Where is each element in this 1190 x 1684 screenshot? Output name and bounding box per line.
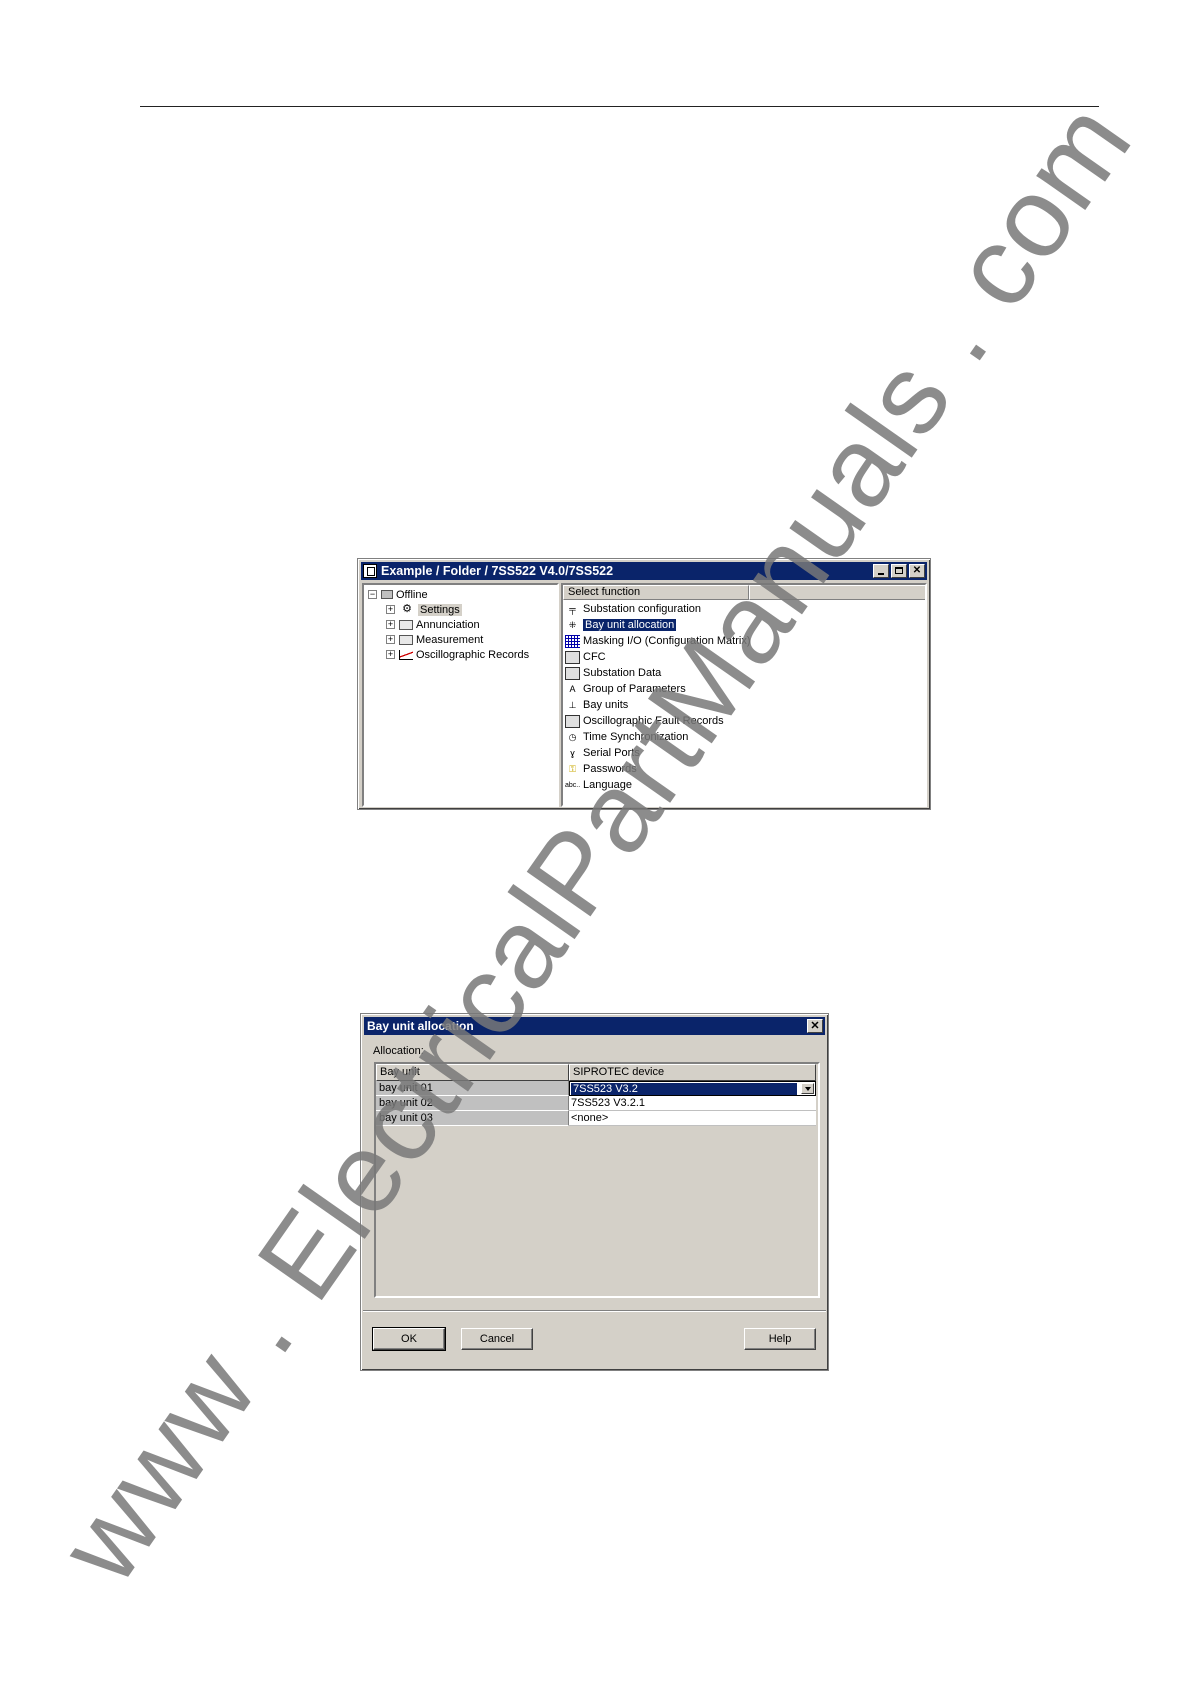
maximize-button[interactable] xyxy=(891,564,907,578)
function-label: Group of Parameters xyxy=(583,683,686,695)
substation-data-icon xyxy=(565,666,580,680)
chevron-down-icon[interactable] xyxy=(801,1083,814,1094)
fault-records-icon xyxy=(565,714,580,728)
function-item[interactable]: ⚿ Passwords xyxy=(565,761,637,777)
column-header-select-function[interactable]: Select function xyxy=(563,585,749,600)
device-select-value: 7SS523 V3.2 xyxy=(571,1083,797,1095)
dialog-title: Bay unit allocation xyxy=(367,1019,474,1033)
serial-port-icon: ɣ xyxy=(570,747,575,758)
expand-icon[interactable]: + xyxy=(386,605,395,614)
function-item[interactable]: ɣ Serial Ports xyxy=(565,745,640,761)
app-icon xyxy=(363,564,377,578)
measurement-icon xyxy=(399,634,413,645)
cfc-icon xyxy=(565,650,580,664)
bay-units-icon: ⊥ xyxy=(568,699,577,710)
function-item[interactable]: abc.. Language xyxy=(565,777,632,793)
close-button[interactable]: ✕ xyxy=(807,1019,823,1033)
column-header-empty[interactable] xyxy=(749,585,925,600)
column-header-siprotec-device[interactable]: SIPROTEC device xyxy=(569,1064,816,1081)
help-button[interactable]: Help xyxy=(744,1328,816,1350)
device-cell[interactable]: 7SS523 V3.2.1 xyxy=(569,1096,816,1111)
tree-item-oscillographic-records[interactable]: + Oscillographic Records xyxy=(386,647,529,662)
function-item[interactable]: CFC xyxy=(565,649,606,665)
substation-icon: ╤ xyxy=(569,603,576,614)
function-list-pane: Select function ╤ Substation configurati… xyxy=(561,583,927,807)
function-label: Passwords xyxy=(583,763,637,775)
device-manager-window: Example / Folder / 7SS522 V4.0/7SS522 ✕ … xyxy=(357,558,931,810)
watermark-text: www . ElectricalPartManuals . com xyxy=(35,79,1155,1605)
bay-unit-cell: bay unit 03 xyxy=(376,1111,569,1126)
chart-icon xyxy=(399,649,413,660)
cancel-button[interactable]: Cancel xyxy=(461,1328,533,1350)
expand-icon[interactable]: + xyxy=(386,620,395,629)
clock-icon: ◷ xyxy=(568,731,577,742)
allocation-label: Allocation: xyxy=(373,1045,424,1057)
function-item[interactable]: Masking I/O (Configuration Matrix) xyxy=(565,633,751,649)
function-label: Time Synchronization xyxy=(583,731,689,743)
bay-unit-allocation-dialog: Bay unit allocation ✕ Allocation: Bay un… xyxy=(360,1013,829,1371)
function-item[interactable]: ╤ Substation configuration xyxy=(565,601,701,617)
tree-item-measurement[interactable]: + Measurement xyxy=(386,632,483,647)
minimize-button[interactable] xyxy=(873,564,889,578)
tree-item-label: Settings xyxy=(418,603,462,616)
page-top-rule xyxy=(140,106,1099,107)
tree-item-annunciation[interactable]: + Annunciation xyxy=(386,617,480,632)
bay-allocation-icon: ⁜ xyxy=(568,619,577,630)
tree-item-offline[interactable]: − Offline xyxy=(368,587,428,602)
function-item-selected[interactable]: ⁜ Bay unit allocation xyxy=(565,617,677,633)
window-title: Example / Folder / 7SS522 V4.0/7SS522 xyxy=(381,564,614,578)
dialog-titlebar: Bay unit allocation ✕ xyxy=(364,1017,825,1035)
function-item[interactable]: Substation Data xyxy=(565,665,661,681)
tree-item-label: Measurement xyxy=(416,633,484,646)
tree-item-label: Annunciation xyxy=(416,618,480,631)
settings-icon: ⚙ xyxy=(402,603,412,615)
function-label: Bay units xyxy=(583,699,629,711)
function-label: Substation Data xyxy=(583,667,662,679)
collapse-icon[interactable]: − xyxy=(368,590,377,599)
function-item[interactable]: A Group of Parameters xyxy=(565,681,686,697)
function-label: Serial Ports xyxy=(583,747,640,759)
ok-button[interactable]: OK xyxy=(372,1327,446,1351)
function-label: Bay unit allocation xyxy=(583,619,677,631)
annunciation-icon xyxy=(399,619,413,630)
tree-pane: − Offline + ⚙ Settings + Annunciation + … xyxy=(362,583,559,807)
function-label: Substation configuration xyxy=(583,603,702,615)
function-label: Masking I/O (Configuration Matrix) xyxy=(583,635,751,647)
function-label: CFC xyxy=(583,651,606,663)
computer-icon xyxy=(381,590,393,599)
function-label: Oscillographic Fault Records xyxy=(583,715,724,727)
close-button[interactable]: ✕ xyxy=(909,564,925,578)
allocation-grid: Bay unit SIPROTEC device bay unit 01 7SS… xyxy=(374,1062,820,1298)
language-icon: abc.. xyxy=(565,781,581,789)
window-titlebar: Example / Folder / 7SS522 V4.0/7SS522 ✕ xyxy=(361,562,927,580)
key-icon: ⚿ xyxy=(569,763,576,774)
matrix-icon xyxy=(565,634,580,648)
tree-item-label: Oscillographic Records xyxy=(416,648,530,661)
column-header-bay-unit[interactable]: Bay unit xyxy=(376,1064,569,1081)
expand-icon[interactable]: + xyxy=(386,635,395,644)
function-item[interactable]: Oscillographic Fault Records xyxy=(565,713,724,729)
tree-item-label: Offline xyxy=(396,588,428,601)
bay-unit-cell: bay unit 01 xyxy=(376,1081,569,1096)
device-select[interactable]: 7SS523 V3.2 xyxy=(569,1081,816,1096)
device-cell[interactable]: <none> xyxy=(569,1111,816,1126)
parameters-icon: A xyxy=(569,683,576,694)
button-separator xyxy=(363,1310,826,1312)
tree-item-settings[interactable]: + ⚙ Settings xyxy=(386,602,462,617)
function-label: Language xyxy=(583,779,632,791)
function-item[interactable]: ⊥ Bay units xyxy=(565,697,629,713)
bay-unit-cell: bay unit 02 xyxy=(376,1096,569,1111)
expand-icon[interactable]: + xyxy=(386,650,395,659)
function-item[interactable]: ◷ Time Synchronization xyxy=(565,729,689,745)
